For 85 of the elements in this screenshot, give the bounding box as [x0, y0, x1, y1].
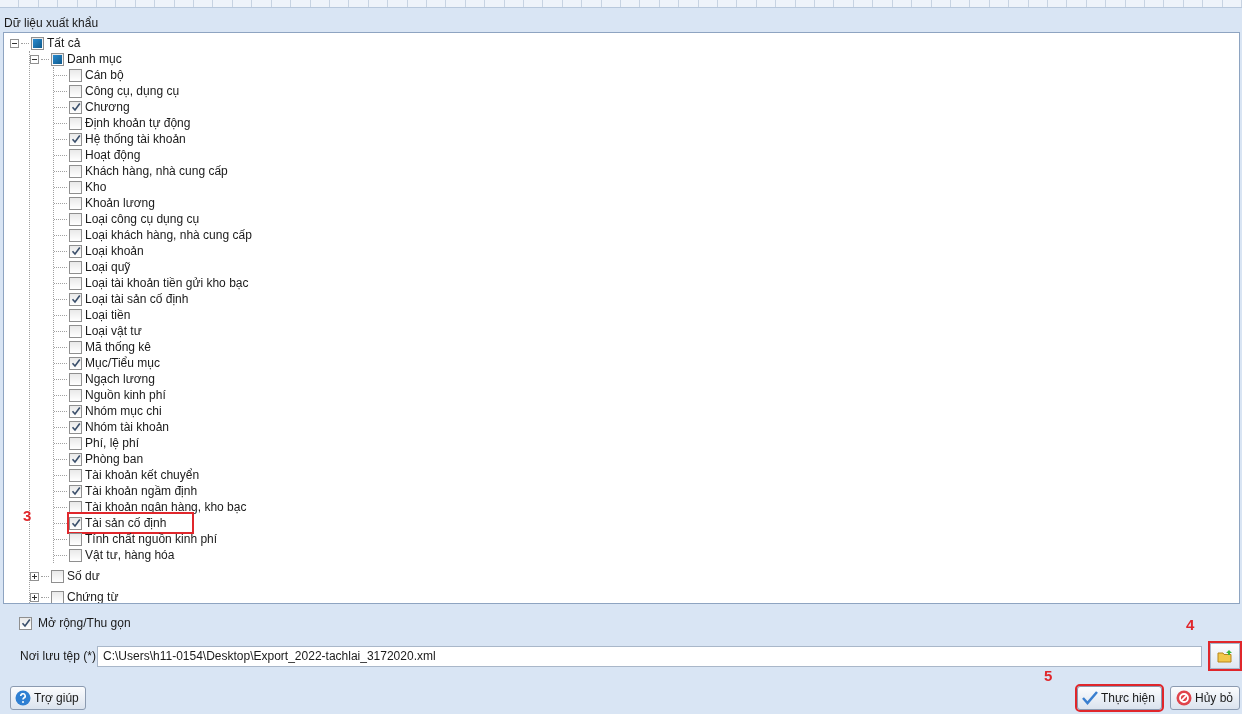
checkbox[interactable]	[69, 388, 82, 402]
collapse-icon[interactable]	[10, 38, 19, 48]
tree-item-label[interactable]: Loại tiền	[85, 306, 131, 324]
checkbox[interactable]	[69, 372, 82, 386]
tree-item-label[interactable]: Mã thống kê	[85, 338, 152, 356]
annotation-number: 4	[1186, 615, 1195, 635]
tree-node-label[interactable]: Số dư	[67, 567, 100, 585]
checkbox[interactable]	[69, 452, 82, 466]
field-label: Nơi lưu tệp (*)	[20, 648, 97, 665]
tree-node-label[interactable]: Chứng từ	[67, 588, 119, 603]
annotation-number: 3	[23, 506, 32, 526]
file-path-field[interactable]: C:\Users\h11-0154\Desktop\Export_2022-tachlai_3172020.xml	[97, 645, 1202, 667]
tree-item-label[interactable]: Hệ thống tài khoản	[85, 130, 186, 148]
checkbox[interactable]	[69, 244, 82, 258]
tree-item-label[interactable]: Tài khoản ngầm định	[85, 482, 198, 500]
checkbox[interactable]	[69, 292, 82, 306]
tree-node-label[interactable]: Danh mục	[67, 50, 122, 68]
folder-icon	[1217, 649, 1233, 663]
checkbox[interactable]	[51, 590, 64, 603]
checkbox[interactable]	[51, 52, 64, 66]
checkbox[interactable]	[69, 436, 82, 450]
tree-item-label[interactable]: Tài khoản kết chuyển	[85, 466, 200, 484]
checkbox[interactable]	[69, 548, 82, 562]
checkbox[interactable]	[69, 196, 82, 210]
tree-item-label[interactable]: Loại tài sản cố định	[85, 290, 189, 308]
tree-item-label[interactable]: Khách hàng, nhà cung cấp	[85, 162, 228, 180]
checkbox-label[interactable]: Mở rộng/Thu gọn	[38, 614, 131, 632]
checkbox[interactable]	[69, 84, 82, 98]
tree-item-label[interactable]: Loại khoản	[85, 242, 144, 260]
tree-item-label[interactable]: Loại tài khoản tiền gửi kho bạc	[85, 274, 249, 292]
checkbox[interactable]	[69, 356, 82, 370]
checkbox[interactable]	[69, 340, 82, 354]
checkbox[interactable]	[69, 404, 82, 418]
cancel-button[interactable]: Hủy bỏ	[1169, 686, 1240, 710]
tree-item-label[interactable]: Định khoản tự động	[85, 114, 191, 132]
tree-item-label[interactable]: Loại quỹ	[85, 258, 131, 276]
panel-title: Dữ liệu xuất khẩu	[4, 16, 99, 30]
checkbox[interactable]	[69, 212, 82, 226]
tree-item-label[interactable]: Khoản lương	[85, 194, 155, 212]
tree-item-label[interactable]: Kho	[85, 178, 107, 196]
help-icon	[15, 690, 31, 706]
tree-node-label[interactable]: Tất cả	[47, 34, 81, 52]
checkbox[interactable]	[69, 132, 82, 146]
tree-item-label[interactable]: Hoạt động	[85, 146, 141, 164]
checkbox[interactable]	[69, 276, 82, 290]
tree-item-label[interactable]: Vật tư, hàng hóa	[85, 546, 175, 564]
help-button[interactable]: Trợ giúp	[10, 686, 86, 710]
checkbox[interactable]	[69, 324, 82, 338]
checkbox[interactable]	[69, 100, 82, 114]
checkbox[interactable]	[19, 616, 32, 630]
tree-item-label[interactable]: Phí, lệ phí	[85, 434, 140, 452]
tree-item-label[interactable]: Loại vật tư	[85, 322, 142, 340]
tree-item-label[interactable]: Loại khách hàng, nhà cung cấp	[85, 226, 252, 244]
tree-item-label[interactable]: Nguồn kinh phí	[85, 386, 166, 404]
checkbox[interactable]	[69, 260, 82, 274]
checkbox[interactable]	[69, 148, 82, 162]
expand-icon[interactable]	[30, 592, 39, 602]
checkbox[interactable]	[69, 164, 82, 178]
collapse-icon[interactable]	[30, 54, 39, 64]
checkbox[interactable]	[69, 228, 82, 242]
checkbox[interactable]	[69, 180, 82, 194]
checkbox[interactable]	[69, 308, 82, 322]
tree-item-label[interactable]: Nhóm tài khoản	[85, 418, 170, 436]
tree-item-label[interactable]: Cán bộ	[85, 66, 124, 84]
tree-item-label[interactable]: Tính chất nguồn kinh phí	[85, 530, 218, 548]
cancel-icon	[1175, 690, 1192, 706]
checkbox[interactable]	[69, 484, 82, 498]
checkbox[interactable]	[69, 116, 82, 130]
tree-item-label[interactable]: Công cụ, dụng cụ	[85, 82, 180, 100]
checkbox[interactable]	[69, 420, 82, 434]
tree-item-label[interactable]: Chương	[85, 98, 130, 116]
expand-icon[interactable]	[30, 571, 39, 581]
tree-item-label[interactable]: Loại công cụ dụng cụ	[85, 210, 200, 228]
checkbox[interactable]	[31, 36, 44, 50]
tree-item-label[interactable]: Nhóm mục chi	[85, 402, 162, 420]
checkbox[interactable]	[69, 468, 82, 482]
checkbox[interactable]	[69, 68, 82, 82]
tree-item-label[interactable]: Ngạch lương	[85, 370, 155, 388]
annotation-number: 5	[1043, 666, 1053, 686]
tree-item-label[interactable]: Tài sản cố định	[85, 514, 167, 532]
checkmark-icon	[1081, 691, 1098, 705]
checkbox[interactable]	[51, 569, 64, 583]
checkbox[interactable]	[69, 516, 82, 530]
tree-item-label[interactable]: Phòng ban	[85, 450, 144, 468]
tree-item-label[interactable]: Mục/Tiểu mục	[85, 354, 160, 372]
